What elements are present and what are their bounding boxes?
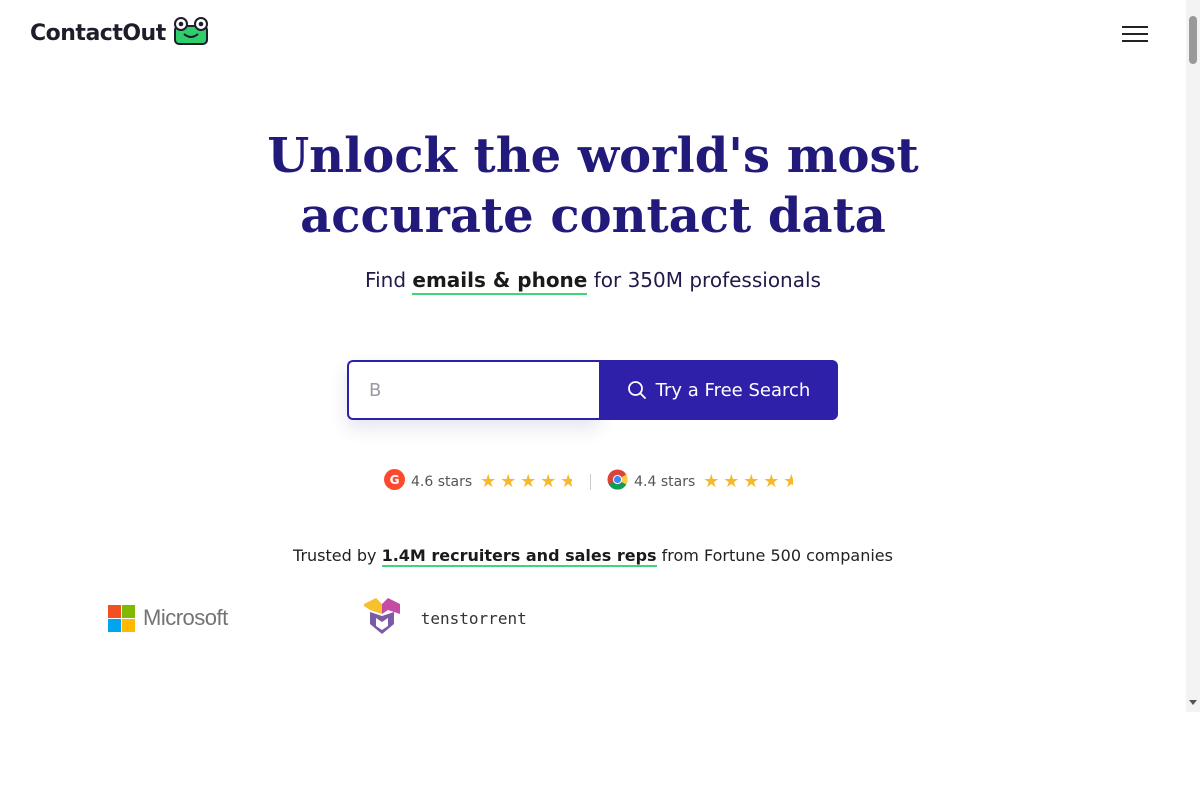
search-button-label: Try a Free Search [655,379,811,401]
svg-text:G: G [390,473,400,487]
microsoft-logo: Microsoft [108,604,228,632]
trusted-highlight: 1.4M recruiters and sales reps [381,546,657,567]
tenstorrent-icon [362,596,402,640]
subtitle-prefix: Find [365,268,413,292]
try-free-search-button[interactable]: Try a Free Search [599,360,838,420]
subtitle-highlight: emails & phone [412,268,588,295]
logo-frog-icon [172,16,210,50]
chrome-rating-label: 4.4 stars [634,473,696,490]
chrome-stars: ★ ★ ★ ★ ★ [703,470,794,492]
company-logos: Microsoft tenstorrent [108,596,527,640]
ratings-divider [590,473,592,490]
trusted-prefix: Trusted by [293,546,382,565]
g2-rating-label: 4.6 stars [411,473,473,490]
search-icon [627,380,647,400]
search-form: Try a Free Search [347,360,838,420]
microsoft-wordmark: Microsoft [143,605,228,630]
hero-subtitle: Find emails & phone for 350M professiona… [0,268,1186,295]
search-input[interactable] [347,360,599,420]
chrome-rating[interactable]: 4.4 stars ★ ★ ★ ★ ★ [607,469,793,494]
contactout-logo[interactable]: ContactOut [30,16,210,50]
tenstorrent-logo: tenstorrent [362,596,527,640]
trusted-by-text: Trusted by 1.4M recruiters and sales rep… [0,546,1186,567]
hero-title: Unlock the world's most accurate contact… [0,126,1186,246]
subtitle-suffix: for 350M professionals [587,268,821,292]
hero-title-line-2: accurate contact data [300,188,886,244]
scrollbar-thumb[interactable] [1189,16,1197,64]
chrome-icon [607,469,628,494]
g2-rating[interactable]: G 4.6 stars ★ ★ ★ ★ ★ [384,469,572,494]
g2-stars: ★ ★ ★ ★ ★ [480,470,573,492]
g2-icon: G [384,469,405,494]
hamburger-menu-icon[interactable] [1122,26,1148,44]
microsoft-windows-icon [108,604,135,632]
trusted-suffix: from Fortune 500 companies [656,546,893,565]
ratings-row: G 4.6 stars ★ ★ ★ ★ ★ 4.4 stars ★ ★ ★ ★ ★ [384,469,793,494]
scroll-down-arrow-icon[interactable] [1189,700,1197,705]
tenstorrent-wordmark: tenstorrent [420,608,527,628]
hero-title-line-1: Unlock the world's most [267,128,919,184]
site-header: ContactOut [0,0,1186,70]
logo-text: ContactOut [30,20,166,46]
page-scrollbar[interactable] [1186,0,1200,712]
